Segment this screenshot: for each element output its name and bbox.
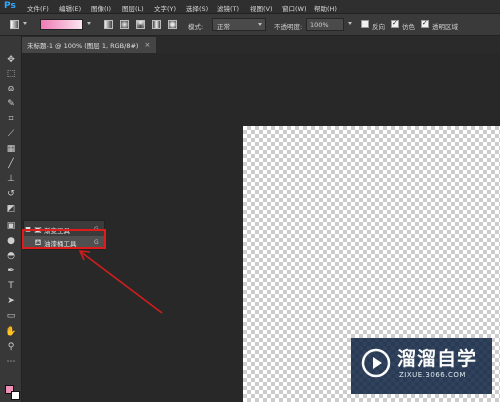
- healing-brush-tool-icon[interactable]: ▦: [4, 143, 18, 155]
- menu-file[interactable]: 文件(F): [27, 3, 49, 13]
- crop-tool-icon[interactable]: ⌗: [4, 113, 18, 125]
- menu-image[interactable]: 图像(I): [91, 3, 111, 13]
- opacity-value: 100%: [310, 21, 329, 29]
- transparency-checkbox[interactable]: [421, 19, 429, 28]
- gradient-tool-preset-icon[interactable]: [10, 20, 19, 29]
- menu-window[interactable]: 窗口(W): [282, 3, 307, 13]
- reverse-label: 反向: [372, 23, 385, 31]
- close-icon[interactable]: ×: [144, 41, 150, 49]
- menu-layer[interactable]: 图层(L): [122, 3, 144, 13]
- eraser-tool-icon[interactable]: ◩: [4, 203, 18, 215]
- highlight-annotation: [22, 229, 106, 249]
- lasso-tool-icon[interactable]: ɷ: [4, 83, 18, 95]
- zoom-tool-icon[interactable]: ⚲: [4, 341, 18, 353]
- pen-tool-icon[interactable]: ✒: [4, 265, 18, 277]
- gradient-picker[interactable]: [40, 19, 83, 30]
- type-tool-icon[interactable]: T: [4, 280, 18, 292]
- clone-stamp-tool-icon[interactable]: ⊥: [4, 173, 18, 185]
- document-tab[interactable]: 未标题-1 @ 100% (图层 1, RGB/8#) ×: [22, 37, 157, 53]
- watermark-title: 溜溜自学: [397, 348, 478, 370]
- quick-selection-tool-icon[interactable]: ✎: [4, 98, 18, 110]
- more-tools-icon[interactable]: ⋯: [4, 356, 18, 368]
- menu-filter[interactable]: 滤镜(T): [217, 3, 239, 13]
- angle-gradient-icon[interactable]: [136, 20, 145, 29]
- move-tool-icon[interactable]: ✥: [4, 54, 18, 66]
- history-brush-tool-icon[interactable]: ↺: [4, 188, 18, 200]
- document-tab-label: 未标题-1 @ 100% (图层 1, RGB/8#): [27, 42, 139, 50]
- hand-tool-icon[interactable]: ✋: [4, 326, 18, 338]
- mode-value: 正常: [217, 23, 230, 31]
- menu-select[interactable]: 选择(S): [186, 3, 208, 13]
- menu-view[interactable]: 视图(V): [250, 3, 273, 13]
- menu-edit[interactable]: 编辑(E): [59, 3, 81, 13]
- mode-label: 模式:: [188, 23, 204, 31]
- diamond-gradient-icon[interactable]: [168, 20, 177, 29]
- dither-label: 仿色: [402, 23, 415, 31]
- marquee-tool-icon[interactable]: ⬚: [4, 68, 18, 80]
- transparency-label: 透明区域: [432, 23, 458, 31]
- menu-bar: Ps 文件(F) 编辑(E) 图像(I) 图层(L) 文字(Y) 选择(S) 滤…: [0, 0, 500, 14]
- path-selection-tool-icon[interactable]: ➤: [4, 295, 18, 307]
- opacity-label: 不透明度:: [274, 23, 303, 31]
- tools-panel: ✥ ⬚ ɷ ✎ ⌗ ⟋ ▦ ╱ ⊥ ↺ ◩ ▣ ● ◓ ✒ T ➤ ▭ ✋ ⚲ …: [0, 36, 22, 402]
- chevron-down-icon[interactable]: [87, 22, 91, 25]
- watermark-url: ZIXUE.3066.COM: [399, 371, 466, 379]
- opacity-input[interactable]: 100%: [306, 18, 344, 31]
- document-tab-bar: 未标题-1 @ 100% (图层 1, RGB/8#) ×: [22, 36, 500, 53]
- options-bar: 模式: 正常 不透明度: 100% 反向 仿色 透明区域: [0, 14, 500, 36]
- background-color-swatch[interactable]: [11, 391, 20, 400]
- blur-tool-icon[interactable]: ●: [4, 235, 18, 247]
- reflected-gradient-icon[interactable]: [152, 20, 161, 29]
- chevron-down-icon: [258, 23, 262, 26]
- radial-gradient-icon[interactable]: [120, 20, 129, 29]
- gradient-tool-icon[interactable]: ▣: [4, 220, 18, 232]
- reverse-checkbox[interactable]: [361, 20, 369, 28]
- chevron-down-icon[interactable]: [348, 22, 352, 25]
- dodge-tool-icon[interactable]: ◓: [4, 250, 18, 262]
- shape-tool-icon[interactable]: ▭: [4, 310, 18, 322]
- menu-type[interactable]: 文字(Y): [154, 3, 176, 13]
- watermark: 溜溜自学 ZIXUE.3066.COM: [351, 338, 492, 394]
- menu-help[interactable]: 帮助(H): [314, 3, 337, 13]
- mode-select[interactable]: 正常: [212, 18, 266, 31]
- eyedropper-tool-icon[interactable]: ⟋: [4, 128, 18, 140]
- photoshop-logo: Ps: [4, 1, 16, 11]
- linear-gradient-icon[interactable]: [104, 20, 113, 29]
- chevron-down-icon[interactable]: [23, 22, 27, 25]
- brush-tool-icon[interactable]: ╱: [4, 158, 18, 170]
- dither-checkbox[interactable]: [391, 19, 399, 28]
- play-logo-icon: [361, 348, 391, 378]
